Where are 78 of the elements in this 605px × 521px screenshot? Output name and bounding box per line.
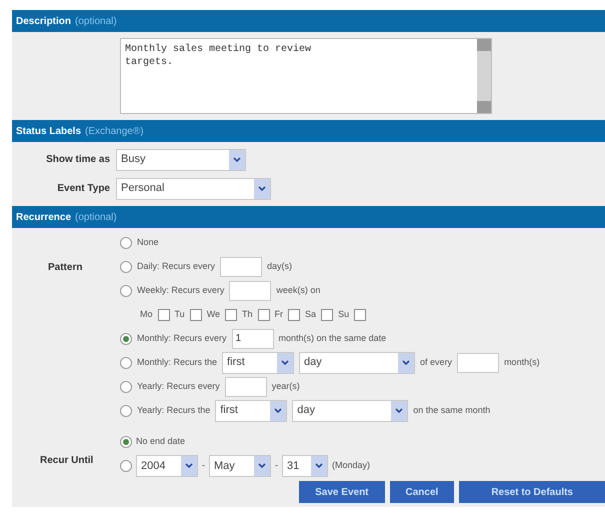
caret-icon [395,408,404,414]
caret-icon [185,463,193,469]
caret-icon [402,360,410,366]
option-label: of every [420,356,452,369]
checkbox[interactable] [190,308,202,320]
caret-icon [281,360,290,366]
option-label: day(s) [267,260,292,273]
option-label: week(s) on [276,284,320,297]
caret-icon [233,156,241,162]
form-button[interactable]: Cancel [390,481,454,503]
dropdown[interactable]: 2004 [136,455,198,477]
section-note: (Exchange®) [85,124,144,138]
form-button[interactable]: Save Event [299,481,385,503]
radio-button[interactable] [120,236,132,248]
day-label: We [206,308,220,321]
option-label: Yearly: Recurs the [137,404,210,417]
dropdown[interactable]: 31 [282,455,328,477]
radio-button[interactable] [120,284,132,296]
day-label: Su [338,308,350,321]
checkbox[interactable] [258,308,270,320]
caret-icon [258,186,266,192]
day-label: Sa [305,308,316,321]
radio-button[interactable] [120,404,132,416]
option-label: on the same month [413,404,490,417]
field-label: Show time as [45,153,111,167]
input-field[interactable] [457,352,500,372]
dropdown[interactable]: day [299,352,416,374]
input-field[interactable] [229,280,272,300]
dropdown[interactable]: Busy [116,148,246,170]
option-label: Daily: Recurs every [137,260,216,273]
day-label: Fr [274,308,284,321]
caret-icon [274,408,282,414]
option-label: month(s) on the same date [278,332,386,345]
radio-button[interactable] [120,260,132,272]
checkbox[interactable] [354,308,366,320]
day-label: Tu [174,308,185,321]
dropdown[interactable]: May [209,455,271,477]
checkbox[interactable] [321,308,334,320]
option-label: - [275,459,278,472]
option-label: Monthly: Recurs the [137,356,218,369]
field-label: Event Type [56,182,111,196]
day-label: Th [242,308,253,321]
section-title: Description [16,14,72,28]
option-label: - [202,459,205,472]
radio-button[interactable] [120,460,132,472]
input-field[interactable] [224,376,267,396]
field-label: Recur Until [40,455,94,466]
section-note: (optional) [75,14,117,28]
option-label: Weekly: Recurs every [137,284,224,297]
caret-icon [258,463,266,469]
option-label: Yearly: Recurs every [137,380,220,393]
input-field[interactable]: 1 [232,328,274,348]
checkbox[interactable] [225,308,238,320]
form-button[interactable]: Reset to Defaults [459,481,605,503]
day-label: Mo [140,308,153,321]
section-note: (optional) [75,210,117,224]
dropdown[interactable]: first [215,400,288,422]
input-field[interactable] [220,256,262,276]
option-label: month(s) [504,356,540,369]
dropdown[interactable]: day [292,400,408,422]
option-label: year(s) [272,380,300,393]
caret-icon [315,463,323,469]
option-label: (Monday) [332,459,370,472]
description-textarea[interactable]: Monthly sales meeting to review targets. [120,38,492,114]
radio-button[interactable] [120,436,132,448]
option-label: No end date [136,435,186,448]
radio-button[interactable] [120,332,132,344]
radio-button[interactable] [120,356,132,368]
dropdown[interactable]: Personal [116,178,271,200]
checkbox[interactable] [158,308,170,320]
option-label: Monthly: Recurs every [137,332,227,345]
field-label: Pattern [48,262,82,273]
dropdown[interactable]: first [222,352,294,374]
section-title: Status Labels [16,124,82,138]
option-label: None [137,236,159,249]
section-title: Recurrence [16,210,72,224]
checkbox[interactable] [288,308,300,320]
radio-button[interactable] [120,380,132,392]
